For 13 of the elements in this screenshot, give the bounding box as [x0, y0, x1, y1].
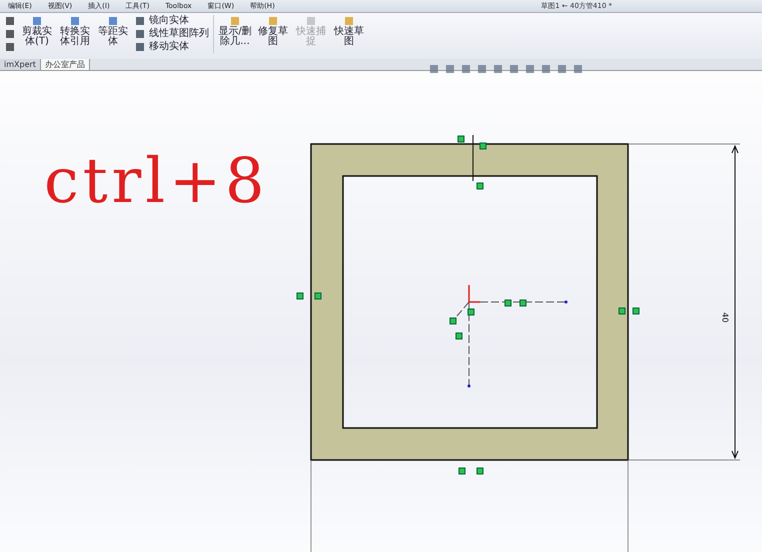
ribbon-button[interactable]: 移动实体 [134, 41, 209, 53]
ribbon-button[interactable]: 线性草图阵列 [134, 28, 209, 40]
ribbon-button[interactable]: 显示/删除几... [218, 15, 252, 47]
ribbon-button[interactable]: 快速草图 [332, 15, 366, 47]
dimension-label: 40 [720, 312, 730, 323]
ribbon-button[interactable]: 修复草图 [256, 15, 290, 47]
tab[interactable]: imXpert [0, 59, 41, 70]
tab[interactable]: 办公室产品 [40, 59, 90, 70]
ribbon-button[interactable]: 转换实体引用 [58, 15, 92, 47]
ribbon-button[interactable]: 剪裁实体(T) [20, 15, 54, 47]
ribbon-button[interactable]: 镜向实体 [134, 15, 209, 27]
handwritten-note: ctrl+8 [44, 143, 269, 219]
ribbon-button[interactable]: 等距实体 [96, 15, 130, 47]
